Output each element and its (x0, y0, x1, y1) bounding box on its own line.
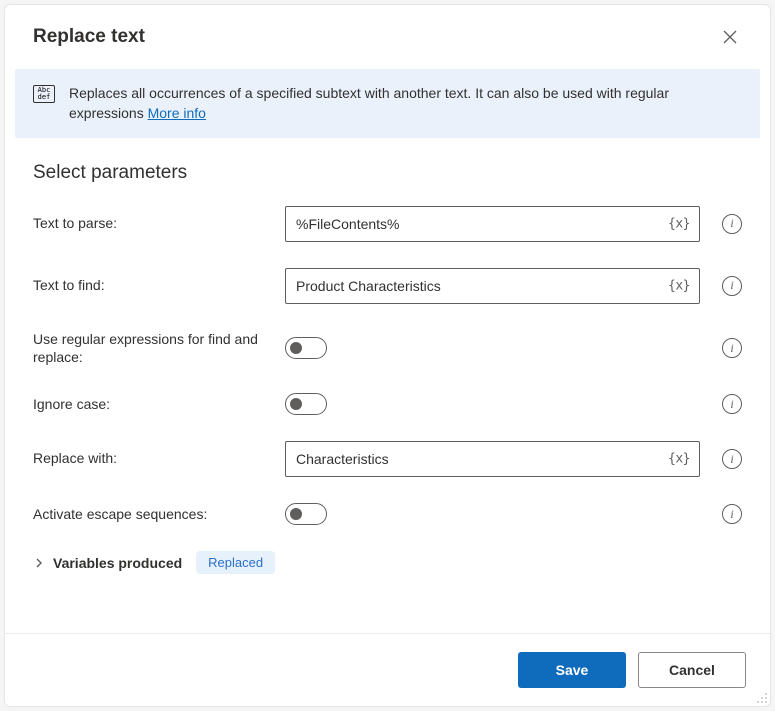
cancel-button[interactable]: Cancel (638, 652, 746, 688)
label-text-to-parse: Text to parse: (33, 206, 273, 233)
row-text-to-parse: Text to parse: {x} i (33, 206, 742, 242)
variables-produced-row[interactable]: Variables produced Replaced (33, 551, 742, 574)
variable-picker-icon[interactable]: {x} (664, 450, 694, 469)
replace-with-input[interactable] (285, 441, 700, 477)
info-icon[interactable]: i (722, 276, 742, 296)
text-to-find-input[interactable] (285, 268, 700, 304)
use-regex-toggle[interactable] (285, 337, 327, 359)
variable-pill[interactable]: Replaced (196, 551, 275, 574)
info-icon[interactable]: i (722, 394, 742, 414)
info-icon[interactable]: i (722, 449, 742, 469)
row-use-regex: Use regular expressions for find and rep… (33, 330, 742, 368)
label-activate-escape: Activate escape sequences: (33, 505, 273, 524)
ignore-case-toggle[interactable] (285, 393, 327, 415)
more-info-link[interactable]: More info (148, 105, 206, 121)
info-icon[interactable]: i (722, 214, 742, 234)
info-icon[interactable]: i (722, 504, 742, 524)
variable-picker-icon[interactable]: {x} (664, 214, 694, 233)
label-use-regex: Use regular expressions for find and rep… (33, 330, 273, 368)
dialog-footer: Save Cancel (5, 633, 770, 706)
dialog-title: Replace text (33, 26, 145, 48)
save-button[interactable]: Save (518, 652, 626, 688)
text-to-parse-input[interactable] (285, 206, 700, 242)
label-ignore-case: Ignore case: (33, 395, 273, 414)
row-replace-with: Replace with: {x} i (33, 441, 742, 477)
close-button[interactable] (714, 21, 746, 53)
close-icon (723, 30, 737, 44)
info-banner: Abc def Replaces all occurrences of a sp… (15, 69, 760, 138)
resize-grip-icon[interactable] (754, 690, 768, 704)
variable-picker-icon[interactable]: {x} (664, 276, 694, 295)
activate-escape-toggle[interactable] (285, 503, 327, 525)
info-banner-text: Replaces all occurrences of a specified … (69, 83, 736, 124)
dialog-header: Replace text (5, 5, 770, 61)
row-ignore-case: Ignore case: i (33, 393, 742, 415)
text-replace-icon: Abc def (33, 85, 55, 103)
chevron-right-icon[interactable] (33, 557, 45, 569)
info-icon[interactable]: i (722, 338, 742, 358)
label-text-to-find: Text to find: (33, 268, 273, 295)
row-text-to-find: Text to find: {x} i (33, 268, 742, 304)
dialog-content: Select parameters Text to parse: {x} i T… (5, 138, 770, 633)
label-replace-with: Replace with: (33, 441, 273, 468)
variables-produced-label: Variables produced (53, 555, 182, 571)
replace-text-dialog: Replace text Abc def Replaces all occurr… (4, 4, 771, 707)
section-title: Select parameters (33, 162, 742, 184)
row-activate-escape: Activate escape sequences: i (33, 503, 742, 525)
